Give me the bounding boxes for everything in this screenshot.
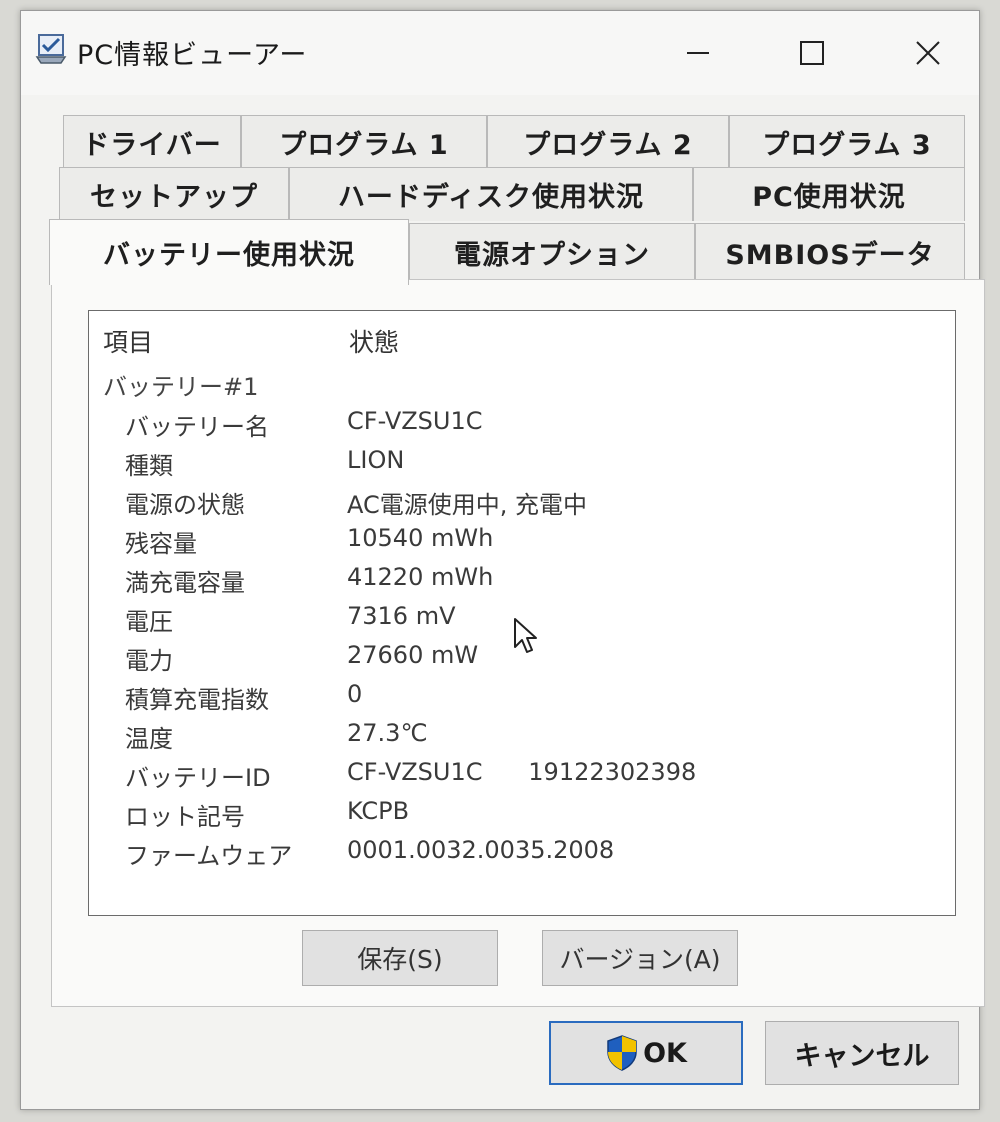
battery-info-list[interactable]: 項目 状態 バッテリー#1 バッテリー名 CF-VZSU1C 種類 LION 電…: [88, 310, 956, 916]
group-battery-1[interactable]: バッテリー#1: [103, 367, 258, 402]
row-value: CF-VZSU1C: [347, 407, 483, 435]
uac-shield-icon: [605, 1034, 639, 1072]
save-button[interactable]: 保存(S): [302, 930, 498, 986]
list-item[interactable]: ファームウェア 0001.0032.0035.2008: [89, 832, 955, 870]
tab-pc-usage[interactable]: PC使用状況: [693, 167, 965, 221]
row-name: ファームウェア: [125, 842, 293, 870]
tab-panel-battery: 項目 状態 バッテリー#1 バッテリー名 CF-VZSU1C 種類 LION 電…: [51, 279, 985, 1007]
tab-program-3[interactable]: プログラム 3: [729, 115, 965, 169]
row-value: 10540 mWh: [347, 524, 494, 552]
row-name: 電圧: [125, 608, 173, 636]
tab-program-2[interactable]: プログラム 2: [487, 115, 729, 169]
tab-battery-usage[interactable]: バッテリー使用状況: [49, 219, 409, 285]
column-header-item[interactable]: 項目: [103, 323, 153, 359]
close-icon: [916, 41, 940, 65]
list-item[interactable]: 満充電容量 41220 mWh: [89, 559, 955, 597]
ok-button-label: OK: [643, 1037, 687, 1069]
tab-smbios-data[interactable]: SMBIOSデータ: [695, 223, 965, 281]
row-name: バッテリー名: [125, 413, 269, 441]
version-button[interactable]: バージョン(A): [542, 930, 738, 986]
list-item[interactable]: 残容量 10540 mWh: [89, 520, 955, 558]
row-value: 0: [347, 680, 363, 708]
tab-program-1[interactable]: プログラム 1: [241, 115, 487, 169]
tab-power-options[interactable]: 電源オプション: [409, 223, 695, 281]
tab-setup[interactable]: セットアップ: [59, 167, 289, 221]
app-icon: [33, 31, 69, 67]
row-name: 積算充電指数: [125, 686, 269, 714]
column-header-status[interactable]: 状態: [349, 323, 399, 359]
list-item[interactable]: 積算充電指数 0: [89, 676, 955, 714]
maximize-button[interactable]: [777, 25, 847, 81]
row-value: 0001.0032.0035.2008: [347, 836, 615, 864]
row-value: 27660 mW: [347, 641, 479, 669]
row-name: 電力: [125, 647, 173, 675]
cancel-button[interactable]: キャンセル: [765, 1021, 959, 1085]
row-name: バッテリーID: [125, 764, 271, 792]
maximize-icon: [800, 41, 824, 65]
ok-button[interactable]: OK: [549, 1021, 743, 1085]
row-value: 27.3℃: [347, 719, 428, 747]
list-item[interactable]: バッテリーID CF-VZSU1C 19122302398: [89, 754, 955, 792]
row-name: ロット記号: [125, 803, 245, 831]
list-header: 項目 状態: [89, 311, 955, 359]
list-item[interactable]: ロット記号 KCPB: [89, 793, 955, 831]
mouse-pointer-icon: [513, 617, 539, 659]
row-name: 電源の状態: [125, 491, 245, 519]
title-bar[interactable]: PC情報ビューアー: [21, 11, 979, 95]
tab-hdd-usage[interactable]: ハードディスク使用状況: [289, 167, 693, 221]
row-value: AC電源使用中, 充電中: [347, 491, 588, 519]
row-value: KCPB: [347, 797, 410, 825]
row-value: 7316 mV: [347, 602, 456, 630]
tab-strip: ドライバー プログラム 1 プログラム 2 プログラム 3 セットアップ ハード…: [49, 115, 985, 285]
list-item[interactable]: 温度 27.3℃: [89, 715, 955, 753]
window-title: PC情報ビューアー: [77, 40, 308, 71]
row-name: 温度: [125, 725, 173, 753]
list-item[interactable]: 電源の状態 AC電源使用中, 充電中: [89, 481, 955, 519]
list-item[interactable]: バッテリー名 CF-VZSU1C: [89, 403, 955, 441]
row-value: 41220 mWh: [347, 563, 494, 591]
minimize-button[interactable]: [663, 25, 733, 81]
tab-driver[interactable]: ドライバー: [63, 115, 241, 169]
row-value: CF-VZSU1C 19122302398: [347, 758, 697, 786]
row-name: 満充電容量: [125, 569, 245, 597]
close-button[interactable]: [893, 25, 963, 81]
row-name: 種類: [125, 452, 173, 480]
row-value: LION: [347, 446, 405, 474]
row-name: 残容量: [125, 530, 197, 558]
minimize-icon: [687, 52, 709, 54]
pc-info-viewer-window: PC情報ビューアー ドライバー プログラム 1 プログラム 2 プログラム 3 …: [20, 10, 985, 1110]
list-item[interactable]: 種類 LION: [89, 442, 955, 480]
